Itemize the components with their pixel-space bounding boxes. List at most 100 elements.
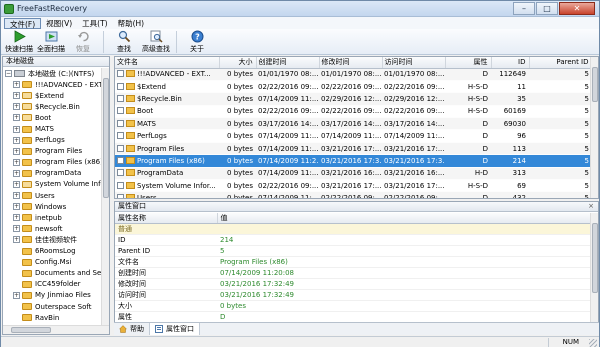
tree-item[interactable]: + Program Files	[3, 146, 103, 157]
tree-item[interactable]: Outerspace Soft	[3, 301, 103, 312]
tree-item[interactable]: + !!!ADVANCED - EXT	[3, 79, 103, 90]
property-row[interactable]: ID 214	[115, 234, 592, 247]
tree-item[interactable]: Config.Msi	[3, 257, 103, 268]
scrollbar-thumb[interactable]	[592, 67, 598, 102]
expand-icon[interactable]: +	[13, 225, 20, 233]
resize-grip[interactable]	[589, 339, 597, 347]
tree-item[interactable]: RavBin	[3, 312, 103, 323]
tree-item[interactable]: + Boot	[3, 112, 103, 123]
property-row[interactable]: 文件名 Program Files (x86)	[115, 256, 592, 269]
row-checkbox[interactable]	[117, 156, 124, 164]
property-vertical-scrollbar[interactable]	[590, 213, 598, 334]
column-header-size[interactable]: 大小	[219, 57, 257, 69]
column-header-id[interactable]: ID	[491, 57, 530, 69]
tree-item[interactable]: + PerfLogs	[3, 135, 103, 146]
collapse-icon[interactable]: −	[5, 70, 12, 78]
expand-icon[interactable]: +	[13, 291, 20, 299]
expand-icon[interactable]: +	[13, 169, 20, 177]
row-checkbox[interactable]	[117, 107, 124, 115]
expand-icon[interactable]: +	[13, 81, 20, 89]
tree-item[interactable]: + MATS	[3, 123, 103, 134]
full-scan-button[interactable]: 全面扫描	[35, 29, 67, 55]
tree-item[interactable]: ICC459folder	[3, 279, 103, 290]
property-row[interactable]: 创建时间 07/14/2009 11:20:08	[115, 267, 592, 280]
column-header-attributes[interactable]: 属性	[445, 57, 492, 69]
expand-icon[interactable]: +	[13, 92, 20, 100]
row-checkbox[interactable]	[117, 194, 124, 198]
menu-view[interactable]: 视图(V)	[41, 18, 77, 29]
tree-item[interactable]: Documents and Settings	[3, 268, 103, 279]
tree-item[interactable]: + ProgramData	[3, 168, 103, 179]
expand-icon[interactable]: +	[13, 147, 20, 155]
tree-item[interactable]: + System Volume Info	[3, 179, 103, 190]
scrollbar-thumb[interactable]	[11, 327, 51, 333]
advanced-find-button[interactable]: 高级查找	[140, 29, 172, 55]
scrollbar-thumb[interactable]	[592, 223, 598, 293]
minimize-button[interactable]: –	[513, 2, 535, 15]
file-row[interactable]: System Volume Infor... 0 bytes 02/22/2016 …	[115, 179, 592, 193]
expand-icon[interactable]: +	[13, 236, 20, 244]
recover-button[interactable]: 恢复	[67, 29, 99, 55]
expand-icon[interactable]: +	[13, 192, 20, 200]
expand-icon[interactable]: +	[13, 203, 20, 211]
close-button[interactable]: ✕	[559, 2, 595, 15]
expand-icon[interactable]: +	[13, 214, 20, 222]
expand-icon[interactable]: +	[13, 136, 20, 144]
tree-item[interactable]: + inetpub	[3, 212, 103, 223]
property-row[interactable]: Parent ID 5	[115, 245, 592, 258]
file-row[interactable]: $Extend 0 bytes 02/22/2016 09:... 02/22/201…	[115, 80, 592, 94]
tree-item[interactable]: + $Recycle.Bin	[3, 101, 103, 112]
scrollbar-thumb[interactable]	[103, 78, 109, 198]
tree-item[interactable]: + 佳佳视频软件	[3, 234, 103, 245]
file-row[interactable]: Program Files (x86) 0 bytes 07/14/2009 11:…	[115, 154, 592, 168]
file-row[interactable]: $Recycle.Bin 0 bytes 07/14/2009 11:... 02/2…	[115, 92, 592, 106]
file-row[interactable]: !!!ADVANCED - EXT... 0 bytes 01/01/1970 08…	[115, 68, 592, 81]
tree-vertical-scrollbar[interactable]	[101, 68, 109, 325]
property-row[interactable]: 访问时间 03/21/2016 17:32:49	[115, 289, 592, 302]
column-header-created[interactable]: 创建时间	[256, 57, 320, 69]
file-row[interactable]: Program Files 0 bytes 07/14/2009 11:... 03/…	[115, 142, 592, 156]
column-header-modified[interactable]: 修改时间	[319, 57, 383, 69]
row-checkbox[interactable]	[117, 181, 124, 189]
property-row[interactable]: 修改时间 03/21/2016 17:32:49	[115, 278, 592, 291]
row-checkbox[interactable]	[117, 70, 124, 78]
file-row[interactable]: Boot 0 bytes 02/22/2016 09:... 02/22/2016 0…	[115, 105, 592, 119]
file-list-vertical-scrollbar[interactable]	[590, 57, 598, 198]
column-header-name[interactable]: 文件名	[115, 57, 220, 69]
row-checkbox[interactable]	[117, 132, 124, 140]
expand-icon[interactable]: +	[13, 158, 20, 166]
tab-properties[interactable]: 属性窗口	[150, 323, 200, 335]
property-close-icon[interactable]: ×	[588, 202, 594, 211]
column-header-parent-id[interactable]: Parent ID	[529, 57, 593, 69]
file-row[interactable]: MATS 0 bytes 03/17/2016 14:... 03/17/2016 1…	[115, 117, 592, 131]
quick-scan-button[interactable]: 快速扫描	[3, 29, 35, 55]
expand-icon[interactable]: +	[13, 114, 20, 122]
menu-file[interactable]: 文件(F)	[4, 17, 42, 29]
expand-icon[interactable]: +	[13, 125, 20, 133]
tree-item[interactable]: + $Extend	[3, 90, 103, 101]
file-row[interactable]: Users 0 bytes 07/14/2009 11:... 02/22/2016 …	[115, 191, 592, 198]
column-header-accessed[interactable]: 访问时间	[382, 57, 446, 69]
find-button[interactable]: 查找	[108, 29, 140, 55]
row-checkbox[interactable]	[117, 169, 124, 177]
about-button[interactable]: ? 关于	[181, 29, 213, 55]
tree-item[interactable]: + Users	[3, 190, 103, 201]
expand-icon[interactable]: +	[13, 180, 20, 188]
tree-horizontal-scrollbar[interactable]	[3, 325, 109, 334]
property-row[interactable]: 大小 0 bytes	[115, 300, 592, 313]
file-row[interactable]: ProgramData 0 bytes 07/14/2009 11:... 03/21…	[115, 167, 592, 181]
menu-help[interactable]: 帮助(H)	[113, 18, 150, 29]
property-group-general[interactable]: 普通	[115, 223, 592, 236]
tree-item[interactable]: 6RoomsLog	[3, 246, 103, 257]
tree-root-drive[interactable]: − 本地磁盘 (C:)(NTFS)	[3, 68, 103, 79]
expand-icon[interactable]: +	[13, 103, 20, 111]
file-row[interactable]: PerfLogs 0 bytes 07/14/2009 11:... 07/14/20…	[115, 129, 592, 143]
tab-help[interactable]: 帮助	[114, 323, 150, 335]
row-checkbox[interactable]	[117, 82, 124, 90]
row-checkbox[interactable]	[117, 94, 124, 102]
tree-item[interactable]: + Program Files (x86)	[3, 157, 103, 168]
tree-item[interactable]: + My Jinmiao Files	[3, 290, 103, 301]
tree-item[interactable]: + Windows	[3, 201, 103, 212]
row-checkbox[interactable]	[117, 119, 124, 127]
maximize-button[interactable]: □	[536, 2, 558, 15]
